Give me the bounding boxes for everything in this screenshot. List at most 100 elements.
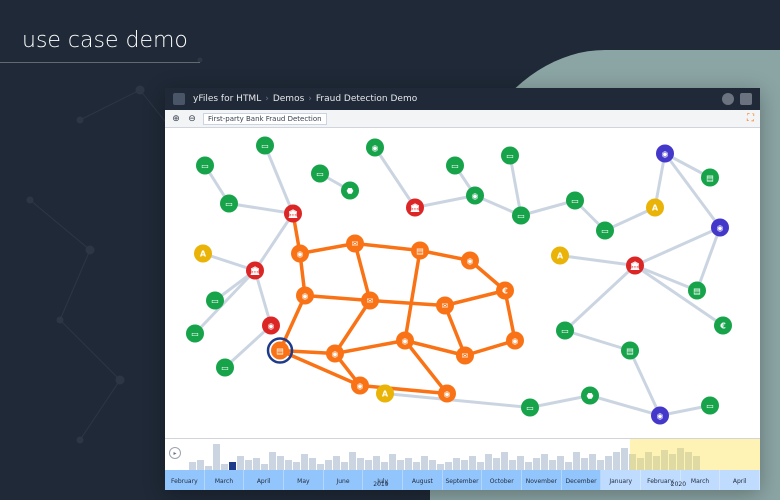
timeline-bar[interactable] <box>445 462 452 470</box>
graph-node[interactable]: ▭ <box>596 222 614 240</box>
graph-node[interactable]: ◉ <box>466 187 484 205</box>
timeline-selection[interactable] <box>630 439 760 470</box>
graph-node[interactable]: ✉ <box>456 347 474 365</box>
graph-node[interactable]: € <box>496 282 514 300</box>
timeline-month[interactable]: October <box>482 470 522 490</box>
graph-node[interactable]: ▭ <box>701 397 719 415</box>
timeline-bar[interactable] <box>357 458 364 470</box>
graph-node[interactable]: ✉ <box>361 292 379 310</box>
timeline-bar[interactable] <box>389 454 396 470</box>
graph-canvas[interactable]: ▭▭▭◉▭▭◉▤▭🏛⬣🏛◉▭▭▭A◉A🏛▭A🏛▤€▭◉▭▤▭A▭⬣◉▭◉✉▤◉◉… <box>165 128 760 438</box>
timeline-bar[interactable] <box>365 460 372 470</box>
graph-node[interactable]: 🏛 <box>246 262 264 280</box>
graph-node[interactable]: ⬣ <box>341 182 359 200</box>
timeline-bar[interactable] <box>341 462 348 470</box>
timeline-bar[interactable] <box>405 458 412 470</box>
timeline-bar[interactable] <box>253 458 260 470</box>
graph-node[interactable]: A <box>646 199 664 217</box>
timeline-bar[interactable] <box>285 460 292 470</box>
timeline-bar[interactable] <box>229 462 236 470</box>
timeline-bar[interactable] <box>237 456 244 470</box>
graph-node[interactable]: A <box>194 245 212 263</box>
timeline-bar[interactable] <box>301 454 308 470</box>
fullscreen-icon[interactable]: ⛶ <box>747 113 754 124</box>
timeline-axis[interactable]: FebruaryMarchAprilMayJuneJulyAugustSepte… <box>165 470 760 490</box>
timeline-month[interactable]: February <box>165 470 205 490</box>
timeline-bar[interactable] <box>589 454 596 470</box>
graph-node[interactable]: ▭ <box>216 359 234 377</box>
graph-node[interactable]: ◉ <box>506 332 524 350</box>
timeline-bar[interactable] <box>453 458 460 470</box>
timeline-bar[interactable] <box>269 452 276 470</box>
graph-node[interactable]: ▤ <box>701 169 719 187</box>
timeline-bar[interactable] <box>525 462 532 470</box>
timeline-bar[interactable] <box>517 456 524 470</box>
timeline-bar[interactable] <box>197 460 204 470</box>
graph-node[interactable]: ✉ <box>436 297 454 315</box>
graph-node[interactable]: ▭ <box>446 157 464 175</box>
timeline-bar[interactable] <box>613 452 620 470</box>
timeline-bar[interactable] <box>581 458 588 470</box>
github-icon[interactable] <box>722 93 734 105</box>
timeline-bar[interactable] <box>213 444 220 470</box>
graph-node[interactable]: ▭ <box>512 207 530 225</box>
timeline-month[interactable]: April <box>720 470 760 490</box>
timeline-bar[interactable] <box>565 462 572 470</box>
timeline-bars[interactable]: ▸ <box>165 439 760 470</box>
graph-node[interactable]: ◉ <box>438 385 456 403</box>
timeline-bar[interactable] <box>573 452 580 470</box>
timeline-bar[interactable] <box>421 456 428 470</box>
timeline-month[interactable]: January <box>601 470 641 490</box>
graph-node[interactable]: ▤ <box>688 282 706 300</box>
graph-node[interactable]: 🏛 <box>626 257 644 275</box>
timeline-bar[interactable] <box>509 460 516 470</box>
graph-node[interactable]: ◉ <box>461 252 479 270</box>
graph-node[interactable]: ▭ <box>521 399 539 417</box>
timeline-bar[interactable] <box>397 460 404 470</box>
graph-node[interactable]: 🏛 <box>406 199 424 217</box>
timeline-bar[interactable] <box>493 458 500 470</box>
settings-icon[interactable] <box>740 93 752 105</box>
timeline-month[interactable]: September <box>443 470 483 490</box>
graph-node[interactable]: ◉ <box>326 345 344 363</box>
graph-node[interactable]: ▤ <box>411 242 429 260</box>
zoom-in-button[interactable]: ⊕ <box>171 114 181 124</box>
graph-node[interactable]: ▭ <box>311 165 329 183</box>
graph-node[interactable]: A <box>376 385 394 403</box>
timeline-bar[interactable] <box>309 458 316 470</box>
graph-node[interactable]: ▤ <box>621 342 639 360</box>
timeline-bar[interactable] <box>413 462 420 470</box>
timeline-month[interactable]: June <box>324 470 364 490</box>
graph-node[interactable]: ◉ <box>262 317 280 335</box>
timeline-bar[interactable] <box>469 456 476 470</box>
graph-node[interactable]: ▭ <box>196 157 214 175</box>
timeline-month[interactable]: November <box>522 470 562 490</box>
play-button[interactable]: ▸ <box>169 447 181 459</box>
graph-node[interactable]: ▭ <box>256 137 274 155</box>
graph-node[interactable]: ✉ <box>346 235 364 253</box>
graph-node[interactable]: ◉ <box>396 332 414 350</box>
graph-node[interactable]: € <box>714 317 732 335</box>
timeline-bar[interactable] <box>325 460 332 470</box>
timeline-month[interactable]: December <box>562 470 602 490</box>
graph-node[interactable]: ◉ <box>366 139 384 157</box>
graph-node[interactable]: ▭ <box>501 147 519 165</box>
timeline-month[interactable]: April <box>244 470 284 490</box>
timeline-bar[interactable] <box>541 454 548 470</box>
timeline-bar[interactable] <box>549 460 556 470</box>
graph-node[interactable]: 🏛 <box>284 205 302 223</box>
graph-node[interactable]: ▤ <box>268 339 292 363</box>
timeline-bar[interactable] <box>605 456 612 470</box>
timeline-month[interactable]: May <box>284 470 324 490</box>
graph-node[interactable]: ◉ <box>656 145 674 163</box>
timeline-bar[interactable] <box>381 462 388 470</box>
timeline-bar[interactable] <box>245 460 252 470</box>
graph-node[interactable]: ⬣ <box>581 387 599 405</box>
timeline-bar[interactable] <box>485 454 492 470</box>
timeline-month[interactable]: March <box>205 470 245 490</box>
graph-node[interactable]: A <box>551 247 569 265</box>
timeline-bar[interactable] <box>373 456 380 470</box>
timeline-bar[interactable] <box>349 452 356 470</box>
timeline-bar[interactable] <box>621 448 628 470</box>
timeline-month[interactable]: March <box>681 470 721 490</box>
